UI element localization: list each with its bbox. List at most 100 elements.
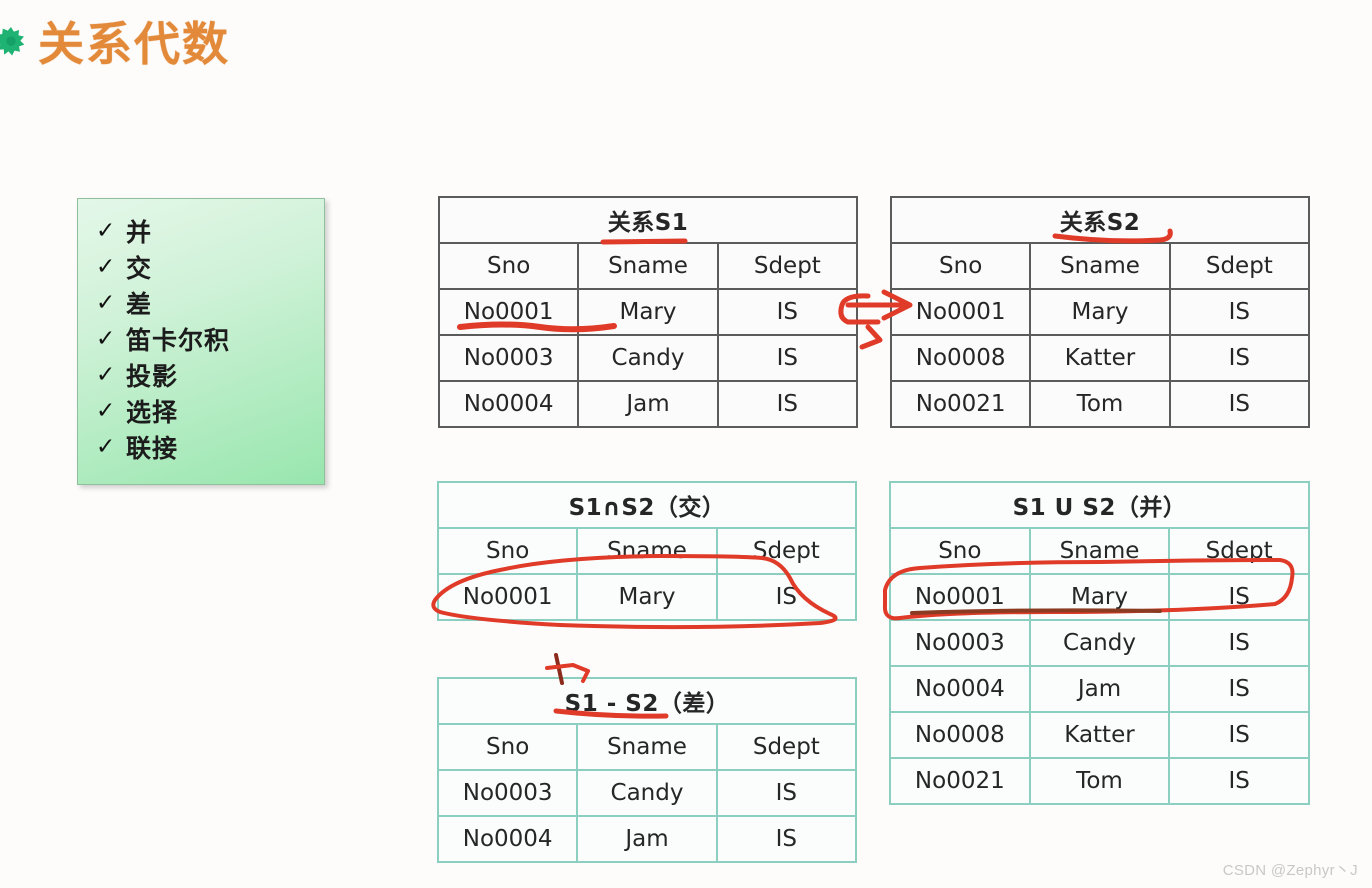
- table-row: No0001 Mary IS: [889, 573, 1310, 621]
- arrow-tail-flick: [859, 324, 883, 350]
- table-relation-s2: 关系S2 Sno Sname Sdept No0001 Mary IS No00…: [889, 196, 1311, 428]
- cell-sdept: IS: [715, 573, 858, 621]
- cell-sname: Tom: [1029, 380, 1171, 428]
- table-row: No0008 Katter IS: [889, 334, 1311, 382]
- cell-sname: Mary: [576, 573, 718, 621]
- column-header-sname: Sname: [576, 723, 718, 771]
- cell-sno: No0004: [889, 665, 1031, 713]
- table-union: S1 U S2（并） Sno Sname Sdept No0001 Mary I…: [889, 481, 1310, 805]
- table-row: No0001 Mary IS: [436, 573, 858, 621]
- cell-sdept: IS: [716, 288, 859, 336]
- cell-sdept: IS: [715, 815, 858, 863]
- column-header-sname: Sname: [1028, 527, 1171, 575]
- table-row: No0003 Candy IS: [436, 769, 858, 817]
- cell-sno: No0008: [889, 334, 1032, 382]
- table-row: No0004 Jam IS: [437, 380, 859, 428]
- list-item-label: 联接: [126, 434, 179, 463]
- check-icon: ✓: [96, 361, 116, 388]
- column-header-sno: Sno: [436, 527, 579, 575]
- table-caption: S1∩S2（交）: [437, 481, 857, 529]
- table-difference: S1 - S2（差） Sno Sname Sdept No0003 Candy …: [436, 677, 858, 863]
- table-row: No0021 Tom IS: [889, 380, 1311, 428]
- list-item: ✓ 交: [78, 249, 324, 285]
- check-icon: ✓: [96, 253, 116, 280]
- cell-sname: Mary: [577, 288, 719, 336]
- cell-sname: Mary: [1028, 573, 1171, 621]
- table-row: No0008 Katter IS: [889, 711, 1310, 759]
- cell-sno: No0021: [889, 380, 1032, 428]
- table-caption-row: 关系S1: [438, 196, 858, 244]
- table-row: No0004 Jam IS: [889, 665, 1310, 713]
- cell-sdept: IS: [1168, 757, 1310, 805]
- list-item: ✓ 投影: [78, 357, 324, 393]
- cell-sdept: IS: [1168, 288, 1311, 336]
- cell-sno: No0001: [889, 573, 1031, 621]
- list-item-label: 差: [126, 290, 153, 319]
- cell-sno: No0008: [889, 711, 1031, 759]
- table-caption: 关系S1: [438, 196, 858, 244]
- column-header-sno: Sno: [436, 723, 579, 771]
- list-item: ✓ 选择: [78, 393, 324, 429]
- column-header-sdept: Sdept: [1168, 527, 1310, 575]
- table-row: No0003 Candy IS: [437, 334, 859, 382]
- column-header-sname: Sname: [1029, 242, 1171, 290]
- check-icon: ✓: [96, 289, 116, 316]
- table-header-row: Sno Sname Sdept: [437, 242, 859, 290]
- page-title: 关系代数: [38, 17, 230, 71]
- table-row: No0003 Candy IS: [889, 619, 1310, 667]
- column-header-sname: Sname: [577, 242, 719, 290]
- cell-sdept: IS: [716, 334, 859, 382]
- cell-sname: Tom: [1028, 757, 1171, 805]
- table-caption: 关系S2: [890, 196, 1310, 244]
- table-row: No0004 Jam IS: [436, 815, 858, 863]
- cell-sdept: IS: [715, 769, 858, 817]
- cell-sno: No0001: [437, 288, 580, 336]
- check-icon: ✓: [96, 217, 116, 244]
- cell-sname: Mary: [1029, 288, 1171, 336]
- cell-sdept: IS: [1168, 619, 1310, 667]
- table-header-row: Sno Sname Sdept: [889, 527, 1310, 575]
- watermark: CSDN @Zephyr丶J: [1222, 862, 1358, 879]
- cell-sname: Candy: [1028, 619, 1171, 667]
- table-row: No0001 Mary IS: [889, 288, 1311, 336]
- cell-sname: Jam: [576, 815, 718, 863]
- list-item-label: 投影: [126, 362, 179, 391]
- cell-sname: Katter: [1029, 334, 1171, 382]
- green-star-icon: [0, 26, 25, 56]
- cell-sname: Jam: [1028, 665, 1171, 713]
- table-row: No0021 Tom IS: [889, 757, 1310, 805]
- table-intersection: S1∩S2（交） Sno Sname Sdept No0001 Mary IS: [436, 481, 858, 621]
- column-header-sdept: Sdept: [716, 242, 859, 290]
- cell-sno: No0003: [889, 619, 1031, 667]
- column-header-sdept: Sdept: [1168, 242, 1311, 290]
- table-caption-row: S1 U S2（并）: [889, 481, 1310, 529]
- list-item: ✓ 并: [78, 213, 324, 249]
- list-item-label: 并: [126, 218, 153, 247]
- list-item-label: 交: [126, 254, 153, 283]
- column-header-sdept: Sdept: [715, 527, 858, 575]
- table-relation-s1: 关系S1 Sno Sname Sdept No0001 Mary IS No00…: [437, 196, 859, 428]
- cell-sname: Candy: [576, 769, 718, 817]
- cell-sdept: IS: [1168, 380, 1311, 428]
- cell-sdept: IS: [1168, 573, 1310, 621]
- operations-list-box: ✓ 并 ✓ 交 ✓ 差 ✓ 笛卡尔积 ✓ 投影 ✓ 选择 ✓ 联接: [77, 198, 325, 485]
- cell-sno: No0004: [436, 815, 579, 863]
- table-row: No0001 Mary IS: [437, 288, 859, 336]
- column-header-sno: Sno: [437, 242, 580, 290]
- cell-sno: No0003: [437, 334, 580, 382]
- table-caption-row: S1∩S2（交）: [437, 481, 857, 529]
- table-caption: S1 - S2（差）: [437, 677, 857, 725]
- table-header-row: Sno Sname Sdept: [436, 723, 858, 771]
- list-item: ✓ 差: [78, 285, 324, 321]
- cell-sname: Katter: [1028, 711, 1171, 759]
- cell-sno: No0021: [889, 757, 1031, 805]
- cell-sno: No0001: [889, 288, 1032, 336]
- column-header-sno: Sno: [889, 527, 1031, 575]
- title-bar: 关系代数: [0, 0, 1372, 78]
- column-header-sno: Sno: [889, 242, 1032, 290]
- list-item-label: 选择: [126, 398, 179, 427]
- table-header-row: Sno Sname Sdept: [889, 242, 1311, 290]
- cell-sno: No0001: [436, 573, 579, 621]
- cell-sno: No0003: [436, 769, 579, 817]
- table-header-row: Sno Sname Sdept: [436, 527, 858, 575]
